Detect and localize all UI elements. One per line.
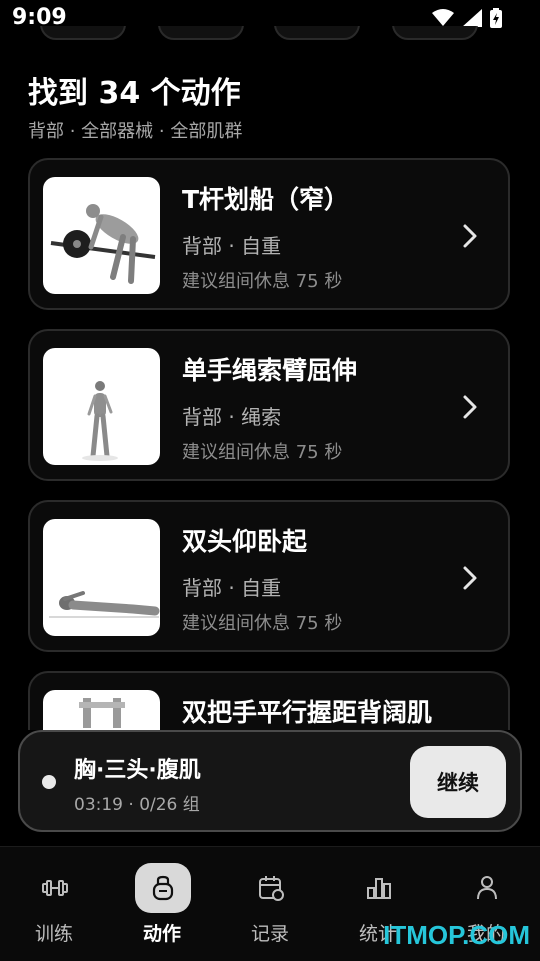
session-progress: 03:19 · 0/26 组 [74,795,200,815]
session-title: 胸·三头·腹肌 [74,758,201,783]
dumbbell-icon [42,880,68,896]
exercise-name: 双把手平行握距背阔肌 [182,698,433,727]
exercise-card[interactable]: 单手绳索臂屈伸 背部 · 绳索 建议组间休息 75 秒 [28,329,510,481]
chevron-right-icon [463,224,477,248]
exercise-card[interactable]: 双头仰卧起 背部 · 自重 建议组间休息 75 秒 [28,500,510,652]
exercise-card[interactable]: T杆划船（窄） 背部 · 自重 建议组间休息 75 秒 [28,158,510,310]
exercise-rest: 建议组间休息 75 秒 [182,442,343,463]
nav-item-exercises[interactable]: 动作 [108,847,216,961]
watermark: ITMOP.COM [383,920,530,950]
nav-item-training[interactable]: 训练 [0,847,108,961]
exercise-image [43,519,160,636]
exercise-rest: 建议组间休息 75 秒 [182,613,343,634]
exercise-meta: 背部 · 自重 [182,234,282,258]
exercise-card[interactable]: 双把手平行握距背阔肌 [28,671,510,730]
exercise-name: 单手绳索臂屈伸 [182,356,358,385]
exercise-name: T杆划船（窄） [182,185,350,214]
nav-item-records[interactable]: 记录 [216,847,324,961]
exercise-image [43,348,160,465]
exercise-rest: 建议组间休息 75 秒 [182,271,343,292]
exercise-image [43,177,160,294]
person-icon [477,876,497,900]
continue-button[interactable]: 继续 [410,746,506,818]
nav-label: 记录 [250,923,289,945]
exercise-meta: 背部 · 自重 [182,576,282,600]
chevron-right-icon [463,566,477,590]
calendar-icon [259,876,284,901]
chevron-right-icon [463,395,477,419]
session-status-dot [42,775,56,789]
exercise-list: T杆划船（窄） 背部 · 自重 建议组间休息 75 秒 单手绳索臂屈伸 背部 ·… [0,0,540,730]
kettlebell-icon [152,875,174,901]
exercise-meta: 背部 · 绳索 [182,405,282,429]
bar-chart-icon [367,878,391,899]
exercise-image [43,690,160,730]
active-session-bar[interactable]: 胸·三头·腹肌 03:19 · 0/26 组 继续 [18,730,522,832]
nav-label: 训练 [34,923,73,945]
nav-label: 动作 [142,923,181,945]
exercise-name: 双头仰卧起 [182,527,308,556]
